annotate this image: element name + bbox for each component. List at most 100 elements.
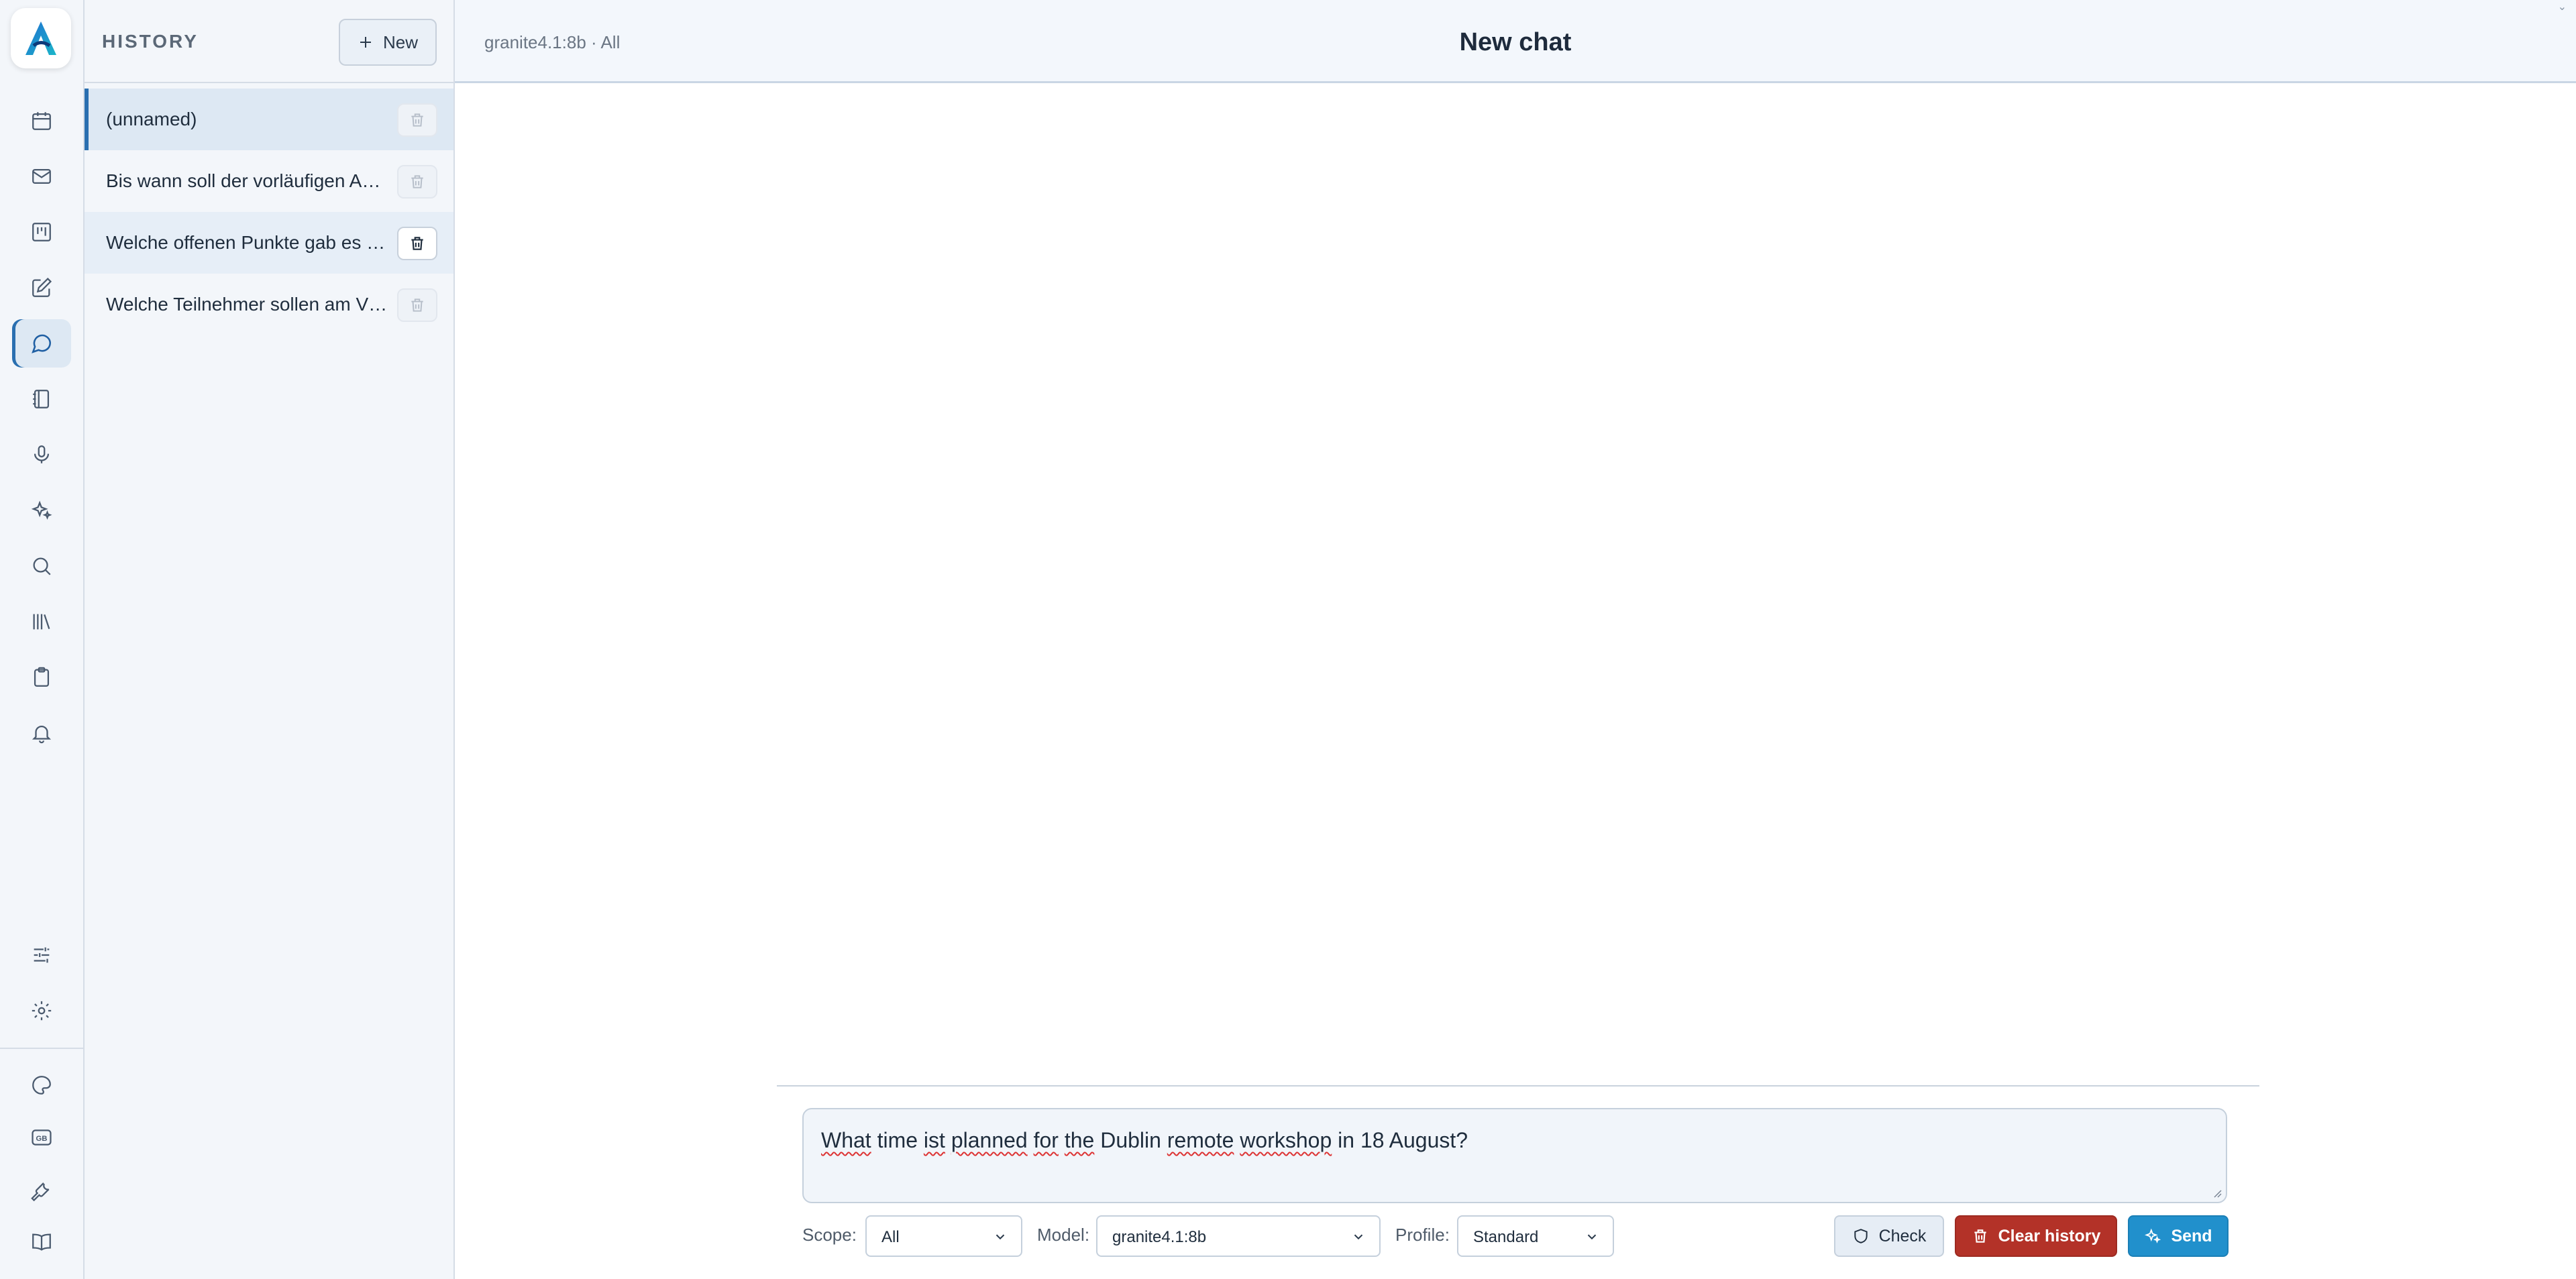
clipboard-icon — [34, 667, 50, 687]
language-gb-icon: GB — [32, 1129, 52, 1146]
text-segment: ist — [923, 1128, 945, 1152]
nav-rail: GB — [0, 0, 85, 1279]
nav-calendar[interactable] — [12, 97, 71, 145]
window-corner-icon: ⌄ — [2557, 1, 2567, 13]
history-item[interactable]: Bis wann soll der vorläufigen Ab… — [85, 150, 453, 212]
logo-icon — [25, 21, 56, 55]
text-segment: workshop — [1240, 1128, 1332, 1152]
send-label: Send — [2171, 1226, 2212, 1245]
text-segment: remote — [1167, 1128, 1234, 1152]
scope-label: Scope: — [802, 1225, 857, 1245]
mail-icon — [32, 168, 51, 184]
kanban-icon — [32, 223, 51, 241]
text-segment: planned — [951, 1128, 1028, 1152]
text-segment: What — [821, 1128, 871, 1152]
composer-divider — [777, 1085, 2259, 1087]
microphone-icon — [34, 445, 50, 463]
library-icon — [33, 614, 50, 630]
scope-select[interactable]: All — [865, 1215, 1022, 1257]
nav-kanban[interactable] — [12, 208, 71, 256]
rail-divider — [0, 1048, 85, 1049]
trash-icon — [1974, 1229, 1986, 1243]
history-item-label: Bis wann soll der vorläufigen Ab… — [106, 170, 388, 191]
palette-icon — [32, 1076, 51, 1095]
nav-mail[interactable] — [12, 152, 71, 201]
text-segment: time — [871, 1128, 924, 1152]
notebook-icon — [33, 390, 50, 408]
delete-history-button[interactable] — [397, 288, 437, 322]
trash-icon — [411, 175, 423, 188]
text-segment — [1028, 1128, 1034, 1152]
nav-clipboard[interactable] — [12, 653, 71, 702]
chevron-down-icon — [996, 1234, 1005, 1240]
text-segment: Dublin — [1094, 1128, 1167, 1152]
model-value: granite4.1:8b — [1112, 1228, 1207, 1246]
history-item-label: Welche offenen Punkte gab es i… — [106, 232, 388, 253]
profile-label: Profile: — [1395, 1225, 1450, 1245]
new-chat-label: New — [382, 32, 418, 52]
nav-microphone[interactable] — [12, 431, 71, 479]
text-segment — [1059, 1128, 1065, 1152]
nav-notebook[interactable] — [12, 375, 71, 423]
book-icon — [32, 1233, 51, 1251]
profile-value: Standard — [1473, 1228, 1539, 1246]
edit-icon — [32, 277, 52, 297]
nav-chat[interactable] — [12, 319, 71, 368]
send-button[interactable]: Send — [2128, 1215, 2229, 1257]
text-segment — [1234, 1128, 1240, 1152]
history-panel: HISTORY New (unnamed) Bis wann soll der … — [85, 0, 455, 1279]
plus-icon — [360, 37, 371, 48]
history-title: HISTORY — [102, 31, 199, 52]
text-segment: in 18 August? — [1332, 1128, 1468, 1152]
history-item[interactable]: (unnamed) — [85, 89, 453, 150]
delete-history-button[interactable] — [397, 227, 437, 260]
delete-history-button[interactable] — [397, 165, 437, 199]
wrench-icon — [31, 1182, 50, 1201]
page-title: New chat — [1459, 28, 1572, 56]
resize-handle-icon[interactable] — [2211, 1187, 2222, 1198]
history-item-label: Welche Teilnehmer sollen am V… — [106, 294, 388, 315]
chat-main: granite4.1:8b · All New chat ⌄ What time… — [455, 0, 2576, 1279]
history-item-label: (unnamed) — [106, 109, 197, 129]
trash-icon — [411, 298, 423, 312]
clear-history-button[interactable]: Clear history — [1955, 1215, 2117, 1257]
check-button[interactable]: Check — [1834, 1215, 1944, 1257]
nav-library[interactable] — [12, 598, 71, 646]
app-logo[interactable] — [11, 8, 71, 68]
svg-text:GB: GB — [36, 1135, 48, 1143]
model-label: Model: — [1037, 1225, 1090, 1245]
calendar-icon — [32, 112, 51, 130]
trash-icon — [411, 113, 423, 127]
nav-language[interactable]: GB — [12, 1113, 71, 1162]
sparkles-icon — [2145, 1228, 2161, 1243]
nav-docs[interactable] — [12, 1218, 71, 1266]
history-item[interactable]: Welche Teilnehmer sollen am V… — [85, 274, 453, 335]
bell-icon — [32, 726, 52, 744]
nav-search[interactable] — [12, 542, 71, 590]
check-label: Check — [1878, 1226, 1927, 1245]
nav-edit[interactable] — [12, 264, 71, 312]
message-input[interactable]: What time ist planned for the Dublin rem… — [802, 1108, 2227, 1203]
nav-theme[interactable] — [12, 1061, 71, 1109]
scope-value: All — [881, 1228, 900, 1246]
history-item[interactable]: Welche offenen Punkte gab es i… — [85, 212, 453, 274]
history-header: HISTORY New — [85, 0, 453, 83]
text-segment — [945, 1128, 951, 1152]
nav-tools[interactable] — [12, 1166, 71, 1214]
new-chat-button[interactable]: New — [339, 19, 437, 66]
chat-bubble-icon — [32, 334, 52, 353]
nav-ai[interactable] — [12, 486, 71, 535]
gear-icon — [32, 1001, 52, 1021]
search-icon — [33, 557, 51, 575]
nav-preferences[interactable] — [12, 931, 71, 979]
model-select[interactable]: granite4.1:8b — [1096, 1215, 1381, 1257]
nav-settings[interactable] — [12, 987, 71, 1035]
text-segment: for — [1033, 1128, 1059, 1152]
profile-select[interactable]: Standard — [1457, 1215, 1614, 1257]
chevron-down-icon — [1354, 1234, 1363, 1240]
nav-notifications[interactable] — [12, 709, 71, 757]
delete-history-button[interactable] — [397, 103, 437, 137]
shield-icon — [1854, 1229, 1868, 1243]
clear-history-label: Clear history — [1998, 1226, 2101, 1245]
message-text: What time ist planned for the Dublin rem… — [821, 1128, 1468, 1153]
